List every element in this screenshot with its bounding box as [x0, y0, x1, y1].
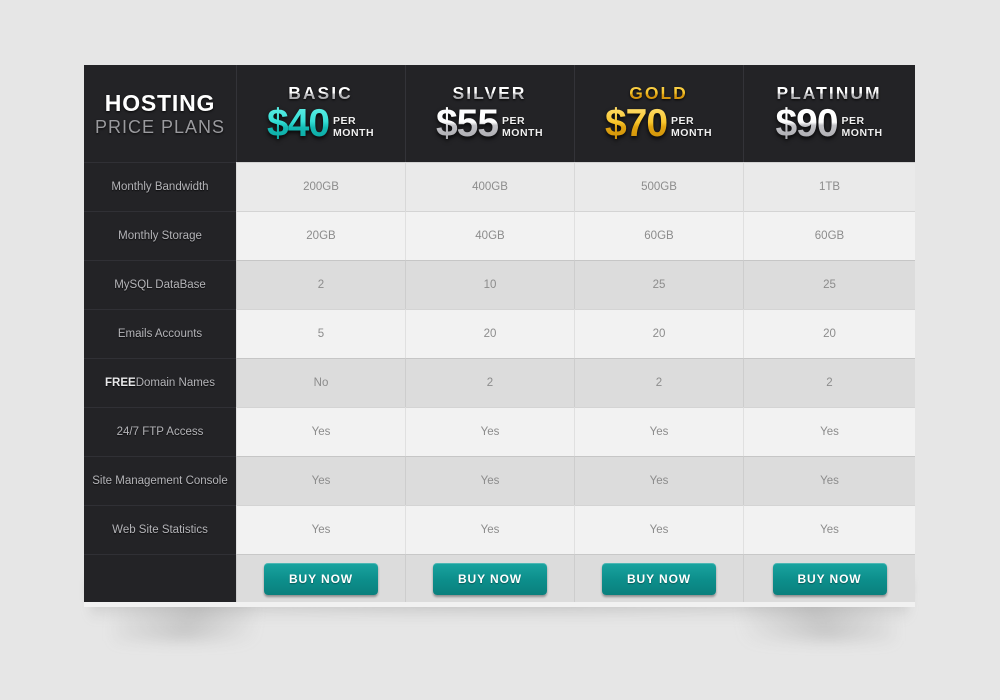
feature-value-cell: Yes [236, 407, 405, 456]
feature-value-cell: Yes [236, 456, 405, 505]
plan-price-period: PER MONTH [841, 115, 883, 140]
feature-value-cell: 25 [574, 260, 743, 309]
feature-value-cell: Yes [574, 456, 743, 505]
feature-value-cell: Yes [236, 505, 405, 554]
feature-value-cell: 2 [405, 358, 574, 407]
feature-label: Monthly Bandwidth [84, 162, 236, 211]
buy-cell: BUY NOW [236, 554, 405, 602]
footer-spacer [84, 554, 236, 602]
brand-header: HOSTING PRICE PLANS [84, 65, 236, 162]
buy-cell: BUY NOW [405, 554, 574, 602]
buy-now-button-basic[interactable]: BUY NOW [264, 562, 378, 595]
period-line-2: MONTH [333, 126, 375, 139]
feature-value-cell: 200GB [236, 162, 405, 211]
feature-value-cell: Yes [743, 456, 915, 505]
feature-label-text: 24/7 FTP Access [116, 426, 204, 438]
feature-value-cell: 20 [743, 309, 915, 358]
feature-label-text: Site Management Console [92, 475, 228, 487]
feature-value-cell: 20GB [236, 211, 405, 260]
feature-value-cell: Yes [405, 456, 574, 505]
feature-value-cell: No [236, 358, 405, 407]
plan-header-gold: GOLD $70 PER MONTH [574, 65, 743, 162]
plan-name: BASIC [288, 83, 353, 104]
feature-value-cell: 1TB [743, 162, 915, 211]
plan-price: $40 [266, 102, 330, 146]
feature-value-cell: Yes [405, 407, 574, 456]
plan-price-row: $55 PER MONTH [435, 102, 544, 146]
feature-value-cell: 2 [574, 358, 743, 407]
plan-price-period: PER MONTH [333, 115, 375, 140]
feature-label-text: MySQL DataBase [114, 279, 206, 291]
period-line-2: MONTH [841, 126, 883, 139]
feature-value-cell: Yes [743, 505, 915, 554]
feature-value-cell: Yes [574, 407, 743, 456]
feature-label-text: Web Site Statistics [112, 524, 208, 536]
plan-header-basic: BASIC $40 PER MONTH [236, 65, 405, 162]
feature-value-cell: 60GB [743, 211, 915, 260]
feature-value-cell: 2 [743, 358, 915, 407]
plan-price: $90 [775, 102, 838, 146]
feature-value-cell: 500GB [574, 162, 743, 211]
period-line-1: PER [333, 115, 357, 128]
period-line-2: MONTH [671, 126, 713, 139]
plan-price-period: PER MONTH [671, 115, 713, 140]
pricing-table: HOSTING PRICE PLANS BASIC $40 PER MONTH SILVER… [84, 65, 915, 607]
feature-value-cell: Yes [405, 505, 574, 554]
feature-value-cell: 2 [236, 260, 405, 309]
feature-value-cell: 400GB [405, 162, 574, 211]
feature-label-emphasis: FREE [105, 377, 136, 389]
plan-price-row: $40 PER MONTH [266, 102, 375, 146]
feature-value-cell: 60GB [574, 211, 743, 260]
feature-value-cell: 20 [405, 309, 574, 358]
buy-now-button-gold[interactable]: BUY NOW [602, 562, 716, 595]
feature-value-cell: Yes [574, 505, 743, 554]
plan-price-row: $70 PER MONTH [604, 102, 713, 146]
pricing-table-wrapper: HOSTING PRICE PLANS BASIC $40 PER MONTH SILVER… [44, 65, 955, 645]
feature-label-text: Monthly Bandwidth [111, 181, 209, 193]
feature-label: Web Site Statistics [84, 505, 236, 554]
plan-name: SILVER [452, 83, 527, 104]
period-line-2: MONTH [502, 126, 544, 139]
brand-subtitle: PRICE PLANS [94, 117, 226, 138]
feature-value-cell: 20 [574, 309, 743, 358]
buy-cell: BUY NOW [743, 554, 915, 602]
brand-title: HOSTING [104, 90, 216, 117]
feature-label-text: Emails Accounts [117, 328, 203, 340]
feature-label: Site Management Console [84, 456, 236, 505]
feature-label: Monthly Storage [84, 211, 236, 260]
period-line-1: PER [502, 115, 526, 128]
plan-price: $70 [604, 102, 668, 146]
feature-value-cell: 5 [236, 309, 405, 358]
period-line-1: PER [671, 115, 695, 128]
plan-header-platinum: PLATINUM $90 PER MONTH [743, 65, 915, 162]
plan-header-silver: SILVER $55 PER MONTH [405, 65, 574, 162]
feature-value-cell: 40GB [405, 211, 574, 260]
buy-cell: BUY NOW [574, 554, 743, 602]
plan-name: PLATINUM [776, 83, 882, 104]
plan-price-period: PER MONTH [502, 115, 544, 140]
feature-value-cell: 10 [405, 260, 574, 309]
plan-price-row: $90 PER MONTH [775, 102, 883, 146]
plan-name: GOLD [629, 83, 688, 104]
plan-price: $55 [435, 102, 499, 146]
feature-label: Emails Accounts [84, 309, 236, 358]
buy-now-button-platinum[interactable]: BUY NOW [772, 562, 887, 595]
feature-label: FREE Domain Names [84, 358, 236, 407]
buy-now-button-silver[interactable]: BUY NOW [433, 562, 547, 595]
feature-label: 24/7 FTP Access [84, 407, 236, 456]
feature-label-text: Domain Names [135, 377, 215, 389]
feature-label: MySQL DataBase [84, 260, 236, 309]
feature-label-text: Monthly Storage [118, 230, 202, 242]
feature-value-cell: 25 [743, 260, 915, 309]
feature-value-cell: Yes [743, 407, 915, 456]
period-line-1: PER [841, 115, 865, 128]
